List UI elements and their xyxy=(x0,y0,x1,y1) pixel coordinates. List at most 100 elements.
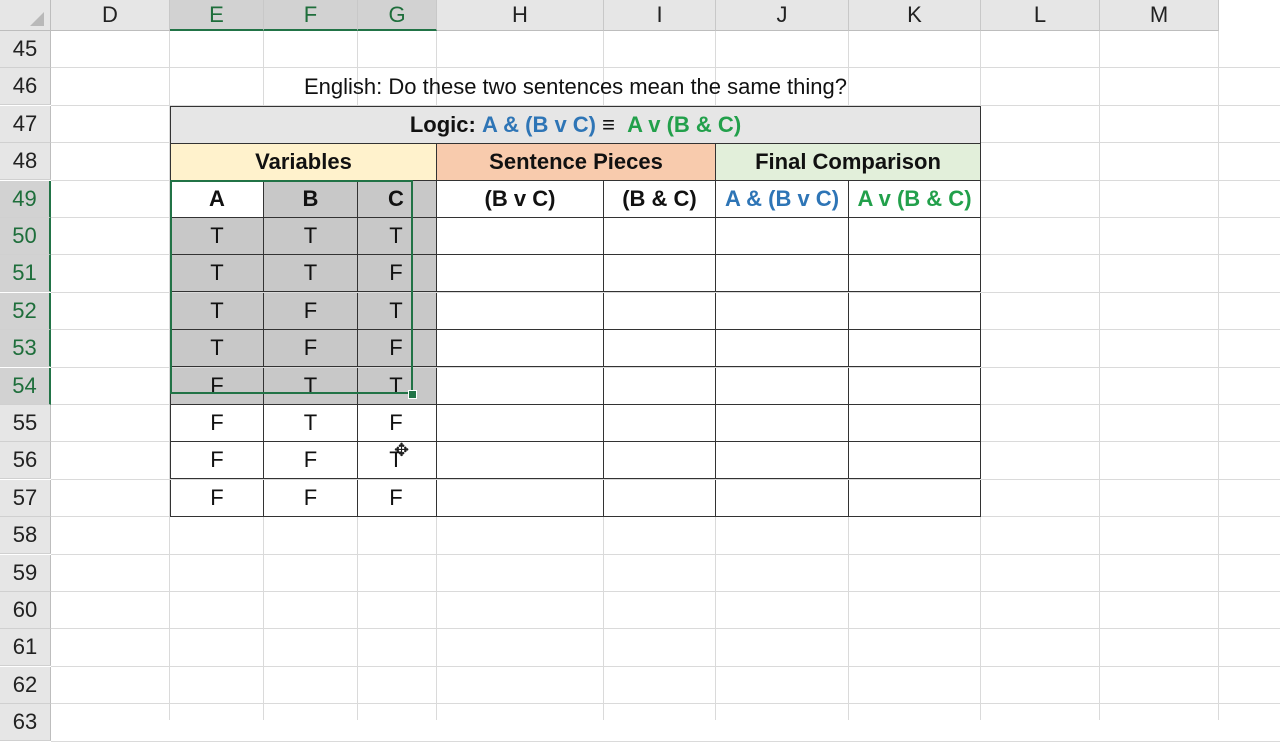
table-cell[interactable]: F xyxy=(170,405,264,442)
column-header-f[interactable]: F xyxy=(264,0,358,31)
table-cell[interactable]: F xyxy=(264,330,358,367)
column-header-g[interactable]: G xyxy=(358,0,437,31)
row-header-59[interactable]: 59 xyxy=(0,555,51,592)
column-header-d[interactable]: D xyxy=(51,0,170,31)
table-cell[interactable]: F xyxy=(358,330,437,367)
table-cell[interactable]: F xyxy=(170,480,264,517)
table-cell[interactable]: T xyxy=(170,255,264,292)
table-cell[interactable] xyxy=(716,368,849,405)
row-header-51[interactable]: 51 xyxy=(0,255,51,292)
fill-handle[interactable] xyxy=(408,390,417,399)
row-header-56[interactable]: 56 xyxy=(0,442,51,479)
table-cell[interactable]: F xyxy=(264,480,358,517)
sheet-grid[interactable]: English: Do these two sentences mean the… xyxy=(51,31,1280,742)
table-cell[interactable] xyxy=(604,480,716,517)
table-cell[interactable] xyxy=(716,442,849,479)
table-cell[interactable]: T xyxy=(264,218,358,255)
header-bac-cell[interactable]: (B & C) xyxy=(604,181,716,218)
table-cell[interactable] xyxy=(716,255,849,292)
table-cell[interactable] xyxy=(604,218,716,255)
column-header-h[interactable]: H xyxy=(437,0,604,31)
column-header-m[interactable]: M xyxy=(1100,0,1219,31)
row-header-53[interactable]: 53 xyxy=(0,330,51,367)
column-header-k[interactable]: K xyxy=(849,0,981,31)
table-cell[interactable]: F xyxy=(170,368,264,405)
table-cell[interactable] xyxy=(849,405,981,442)
table-cell[interactable]: F xyxy=(264,442,358,479)
table-cell[interactable] xyxy=(604,368,716,405)
row-header-61[interactable]: 61 xyxy=(0,629,51,666)
table-cell[interactable]: T xyxy=(264,368,358,405)
sentence-pieces-header-cell[interactable]: Sentence Pieces xyxy=(437,144,716,181)
table-cell[interactable]: T xyxy=(170,218,264,255)
table-cell[interactable]: T xyxy=(358,368,437,405)
final-comparison-header-cell[interactable]: Final Comparison xyxy=(716,144,981,181)
table-cell[interactable]: T xyxy=(264,405,358,442)
table-cell[interactable] xyxy=(849,218,981,255)
table-cell[interactable]: T xyxy=(264,255,358,292)
row-header-62[interactable]: 62 xyxy=(0,667,51,704)
table-cell[interactable] xyxy=(604,405,716,442)
table-cell[interactable] xyxy=(849,368,981,405)
table-cell[interactable]: F xyxy=(358,480,437,517)
row-header-50[interactable]: 50 xyxy=(0,218,51,255)
column-header-i[interactable]: I xyxy=(604,0,716,31)
table-cell[interactable] xyxy=(716,330,849,367)
table-cell[interactable]: T xyxy=(170,330,264,367)
table-cell[interactable] xyxy=(849,293,981,330)
row-header-49[interactable]: 49 xyxy=(0,181,51,218)
row-header-55[interactable]: 55 xyxy=(0,405,51,442)
row-header-57[interactable]: 57 xyxy=(0,480,51,517)
table-cell[interactable] xyxy=(437,330,604,367)
row-header-47[interactable]: 47 xyxy=(0,106,51,143)
row-header-60[interactable]: 60 xyxy=(0,592,51,629)
row-header-54[interactable]: 54 xyxy=(0,368,51,405)
table-cell[interactable]: F xyxy=(264,293,358,330)
table-cell[interactable] xyxy=(849,330,981,367)
column-header-j[interactable]: J xyxy=(716,0,849,31)
select-all-corner[interactable] xyxy=(0,0,51,31)
header-c-cell[interactable]: C xyxy=(358,181,437,218)
table-cell[interactable]: F xyxy=(170,442,264,479)
table-cell[interactable]: F xyxy=(358,405,437,442)
header-right-expression-cell[interactable]: A v (B & C) xyxy=(849,181,981,218)
table-cell[interactable] xyxy=(437,480,604,517)
header-b-cell[interactable]: B xyxy=(264,181,358,218)
table-cell[interactable]: T xyxy=(358,293,437,330)
row-header-58[interactable]: 58 xyxy=(0,517,51,554)
table-cell[interactable] xyxy=(716,405,849,442)
row-header-45[interactable]: 45 xyxy=(0,31,51,68)
table-cell[interactable]: T xyxy=(170,293,264,330)
row-header-48[interactable]: 48 xyxy=(0,143,51,180)
variables-header-cell[interactable]: Variables xyxy=(170,144,437,181)
table-cell[interactable] xyxy=(716,293,849,330)
question-cell[interactable]: English: Do these two sentences mean the… xyxy=(170,68,981,105)
table-cell[interactable] xyxy=(437,442,604,479)
row-header-52[interactable]: 52 xyxy=(0,293,51,330)
header-bvc-cell[interactable]: (B v C) xyxy=(437,181,604,218)
table-cell[interactable] xyxy=(604,255,716,292)
table-cell[interactable] xyxy=(604,442,716,479)
header-left-expression-cell[interactable]: A & (B v C) xyxy=(716,181,849,218)
table-cell[interactable] xyxy=(437,218,604,255)
table-cell[interactable] xyxy=(437,368,604,405)
logic-row-cell[interactable]: Logic: A & (B v C) ≡ A v (B & C) xyxy=(170,106,981,144)
row-header-46[interactable]: 46 xyxy=(0,68,51,105)
table-cell[interactable] xyxy=(437,255,604,292)
table-cell[interactable] xyxy=(849,255,981,292)
truth-value: F xyxy=(303,298,318,323)
table-cell[interactable] xyxy=(716,480,849,517)
table-cell[interactable] xyxy=(437,293,604,330)
table-cell[interactable]: F xyxy=(358,255,437,292)
table-cell[interactable] xyxy=(604,330,716,367)
table-cell[interactable] xyxy=(437,405,604,442)
column-header-e[interactable]: E xyxy=(170,0,264,31)
table-cell[interactable] xyxy=(716,218,849,255)
table-cell[interactable] xyxy=(604,293,716,330)
table-cell[interactable] xyxy=(849,480,981,517)
table-cell[interactable]: T xyxy=(358,218,437,255)
row-header-63[interactable]: 63 xyxy=(0,704,51,741)
table-cell[interactable] xyxy=(849,442,981,479)
header-a-cell[interactable]: A xyxy=(170,181,264,218)
column-header-l[interactable]: L xyxy=(981,0,1100,31)
